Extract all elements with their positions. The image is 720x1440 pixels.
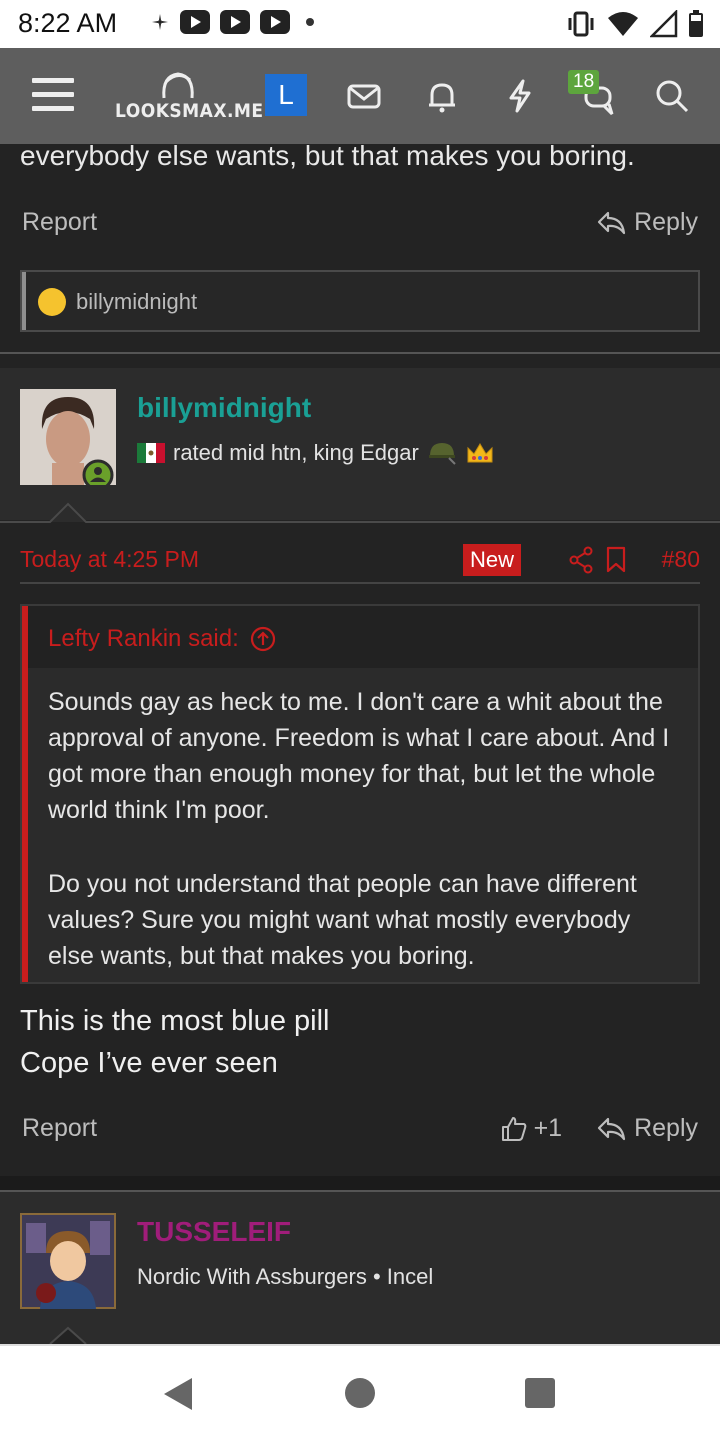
youtube-icon xyxy=(180,10,210,34)
like-count: +1 xyxy=(533,1114,563,1142)
reactions-bar-accent xyxy=(22,272,26,330)
conversations-badge: 18 xyxy=(568,70,600,94)
reaction-user[interactable]: billymidnight xyxy=(76,289,197,315)
reply-label: Reply xyxy=(634,208,698,236)
share-icon[interactable] xyxy=(568,546,594,574)
report-link[interactable]: Report xyxy=(22,1114,97,1143)
hair-logo-icon xyxy=(162,72,194,99)
bell-icon[interactable] xyxy=(424,78,460,114)
new-badge: New xyxy=(463,544,522,576)
user-avatar[interactable] xyxy=(20,1213,116,1309)
menu-button[interactable] xyxy=(32,78,74,114)
report-link[interactable]: Report xyxy=(22,208,97,237)
android-nav-bar xyxy=(0,1344,720,1440)
reply-button[interactable]: Reply xyxy=(596,208,698,237)
mail-icon[interactable] xyxy=(346,78,382,114)
user-title-text: rated mid htn, king Edgar xyxy=(173,440,419,465)
battery-icon xyxy=(689,10,703,37)
quote-paragraph: Do you not understand that people can ha… xyxy=(48,870,637,970)
helmet-icon xyxy=(428,443,456,465)
post-author[interactable]: billymidnight xyxy=(137,392,311,424)
meta-divider xyxy=(20,582,700,584)
post-action-buttons: +1 Reply xyxy=(500,1114,698,1143)
post-body-line: Cope I’ve ever seen xyxy=(20,1047,278,1079)
quote-paragraph: Sounds gay as heck to me. I don't care a… xyxy=(48,688,670,824)
crown-icon xyxy=(467,443,493,463)
post-divider xyxy=(0,352,720,354)
post-number[interactable]: #80 xyxy=(662,546,700,573)
post-gap xyxy=(0,1176,720,1190)
post-date[interactable]: Today at 4:25 PM xyxy=(20,546,199,573)
post-author[interactable]: TUSSELEIF xyxy=(137,1216,291,1248)
fan-icon xyxy=(152,14,168,30)
reply-icon xyxy=(597,1117,626,1140)
arrow-up-circle-icon xyxy=(250,626,275,652)
next-post-user-block: TUSSELEIF Nordic With Assburgers • Incel xyxy=(0,1192,720,1344)
mexico-flag-icon xyxy=(137,443,165,463)
lightning-icon[interactable] xyxy=(502,78,538,114)
user-title: rated mid htn, king Edgar xyxy=(137,440,495,466)
reactions-bar[interactable]: billymidnight xyxy=(20,270,700,332)
user-avatar[interactable] xyxy=(20,389,116,485)
reply-icon xyxy=(597,211,626,234)
like-button[interactable]: +1 xyxy=(500,1114,563,1143)
post-body: This is the most blue pill Cope I’ve eve… xyxy=(20,1000,329,1084)
user-avatar-button[interactable]: L xyxy=(265,74,307,116)
post-body-line: This is the most blue pill xyxy=(20,1005,330,1037)
reply-button[interactable]: Reply xyxy=(596,1114,698,1143)
brand-name: LOOKSMAX.ME xyxy=(115,100,264,122)
signal-icon xyxy=(650,10,678,38)
site-header: LOOKSMAX.ME L 18 xyxy=(0,48,720,144)
quote-author-line: Lefty Rankin said: xyxy=(48,625,239,652)
previous-post-actions: Report Reply xyxy=(22,202,698,242)
vibrate-icon xyxy=(568,11,594,37)
site-logo[interactable]: LOOKSMAX.ME xyxy=(108,70,264,126)
recents-icon[interactable] xyxy=(524,1377,556,1409)
search-icon[interactable] xyxy=(654,78,690,114)
quote-block: Lefty Rankin said: Sounds gay as heck to… xyxy=(20,604,700,984)
youtube-icon xyxy=(220,10,250,34)
quote-author-link[interactable]: Lefty Rankin said: xyxy=(48,625,277,653)
bookmark-icon[interactable] xyxy=(605,546,627,574)
youtube-icon xyxy=(260,10,290,34)
status-bar: 8:22 AM xyxy=(0,0,720,48)
user-title-text: Nordic With Assburgers • Incel xyxy=(137,1264,434,1289)
dot-icon xyxy=(306,18,314,26)
crying-laughing-emoji-icon xyxy=(38,288,66,316)
previous-post-text: everybody else wants, but that makes you… xyxy=(20,140,635,171)
back-icon[interactable] xyxy=(162,1376,194,1412)
wifi-icon xyxy=(608,12,638,36)
user-block-pointer xyxy=(49,1326,87,1344)
home-icon[interactable] xyxy=(344,1377,376,1409)
post-meta: Today at 4:25 PM New #80 xyxy=(20,542,700,582)
status-time: 8:22 AM xyxy=(18,8,118,38)
user-block-pointer xyxy=(0,502,720,523)
post-user-block: billymidnight rated mid htn, king Edgar xyxy=(0,368,720,520)
thumbs-up-icon xyxy=(501,1116,526,1141)
reply-label: Reply xyxy=(634,1114,698,1142)
quote-header[interactable]: Lefty Rankin said: xyxy=(28,606,698,668)
post-actions: Report +1 Reply xyxy=(22,1108,698,1148)
quote-body: Sounds gay as heck to me. I don't care a… xyxy=(48,684,678,1012)
